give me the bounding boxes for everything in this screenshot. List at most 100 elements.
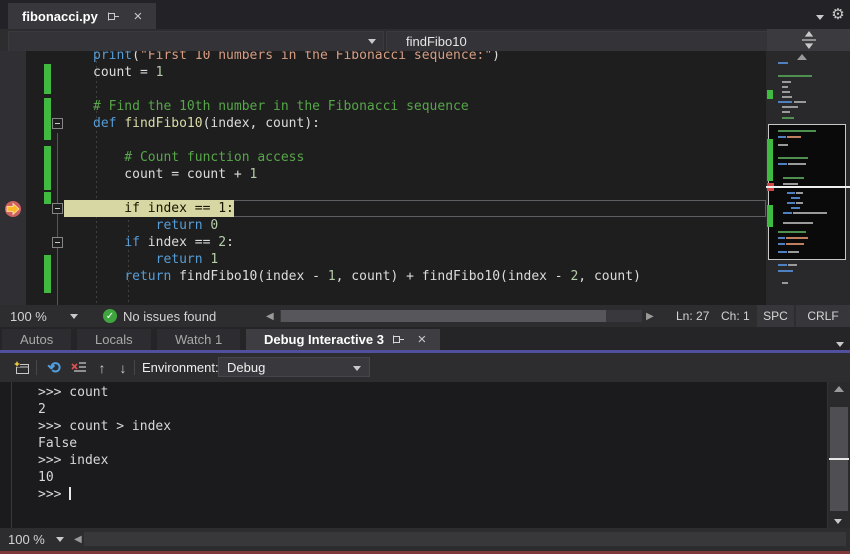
- console-line[interactable]: False: [38, 435, 171, 452]
- scroll-right-icon[interactable]: ▶: [646, 311, 654, 322]
- panel-tab-autos[interactable]: Autos: [2, 329, 71, 350]
- minimap-code-mark: [778, 243, 785, 245]
- fold-marker[interactable]: [52, 237, 63, 248]
- console-vertical-scrollbar[interactable]: [827, 382, 850, 528]
- console-line[interactable]: 10: [38, 469, 171, 486]
- code-line[interactable]: [93, 183, 641, 200]
- minimap-code-mark: [791, 197, 800, 199]
- minimap-code-mark: [778, 62, 788, 64]
- breakpoint-gutter[interactable]: [0, 51, 26, 305]
- console-line[interactable]: 2: [38, 401, 171, 418]
- panel-tab-debug-interactive-3[interactable]: Debug Interactive 3×: [246, 329, 440, 350]
- code-line[interactable]: return 1: [93, 251, 641, 268]
- dropdown-arrow-icon[interactable]: [56, 537, 64, 542]
- debug-interactive-console[interactable]: >>> count2>>> count > indexFalse>>> inde…: [0, 382, 850, 528]
- history-previous-icon[interactable]: ↑: [92, 358, 112, 377]
- clear-screen-icon[interactable]: [68, 358, 88, 377]
- line-ending-indicator[interactable]: CRLF: [796, 305, 850, 327]
- check-circle-icon: ✓: [103, 309, 117, 323]
- scope-dropdown[interactable]: [8, 31, 384, 52]
- code-line[interactable]: return findFibo10(index - 1, count) + fi…: [93, 268, 641, 285]
- code-line[interactable]: count = 1: [93, 64, 641, 81]
- minimap-code-mark: [778, 130, 816, 132]
- member-dropdown[interactable]: findFibo10: [386, 31, 786, 52]
- minimap-code-mark: [782, 111, 790, 113]
- panel-tab-label: Autos: [20, 332, 53, 347]
- scroll-left-icon[interactable]: ◀: [266, 311, 274, 322]
- minimap-code-mark: [782, 117, 794, 119]
- close-icon[interactable]: ×: [414, 332, 430, 348]
- fold-connector-line: [57, 133, 58, 305]
- minimap-change-bar: [767, 90, 773, 99]
- vs-window: fibonacci.py × ⚙ findFibo10: [0, 0, 850, 554]
- document-tab-title: fibonacci.py: [22, 9, 98, 24]
- scroll-down-icon[interactable]: [834, 519, 842, 524]
- pin-icon[interactable]: [391, 332, 407, 348]
- code-line[interactable]: [93, 285, 641, 302]
- scroll-left-icon[interactable]: ◀: [74, 534, 82, 545]
- minimap-code-mark: [788, 163, 806, 165]
- code-line[interactable]: print("First 10 numbers in the Fibonacci…: [93, 51, 641, 64]
- scroll-up-icon[interactable]: [834, 386, 844, 392]
- code-line[interactable]: if index == 1:: [93, 200, 641, 217]
- console-line[interactable]: >>> count > index: [38, 418, 171, 435]
- minimap-code-mark: [786, 237, 808, 239]
- window-chevron-down-icon[interactable]: [812, 9, 828, 25]
- code-line[interactable]: # Count function access: [93, 149, 641, 166]
- minimap-code-mark: [778, 101, 792, 103]
- reset-icon[interactable]: ⟲: [44, 358, 64, 377]
- code-line[interactable]: [93, 81, 641, 98]
- code-line[interactable]: [93, 132, 641, 149]
- change-tracking-bar: [44, 98, 51, 140]
- console-line[interactable]: >>> count: [38, 384, 171, 401]
- breakpoint-current-statement-icon[interactable]: [4, 200, 22, 218]
- code-line[interactable]: count = count + 1: [93, 166, 641, 183]
- code-line[interactable]: if index == 2:: [93, 234, 641, 251]
- code-lines: print("First 10 numbers in the Fibonacci…: [93, 51, 641, 302]
- minimap-code-mark: [778, 231, 806, 233]
- dropdown-arrow-icon[interactable]: [70, 314, 78, 319]
- change-tracking-bar: [44, 192, 51, 204]
- console-line[interactable]: >>> index: [38, 452, 171, 469]
- editor-status-bar: 100 % ✓ No issues found ◀ ▶ Ln: 27 Ch: 1…: [0, 305, 850, 327]
- document-tab-fibonacci[interactable]: fibonacci.py ×: [8, 3, 156, 29]
- console-line[interactable]: >>>: [38, 486, 171, 503]
- panel-chevron-down-icon[interactable]: [832, 336, 848, 352]
- scroll-up-icon[interactable]: [797, 54, 807, 60]
- console-zoom-select[interactable]: 100 %: [8, 532, 45, 547]
- history-next-icon[interactable]: ↓: [113, 358, 133, 377]
- code-editor[interactable]: print("First 10 numbers in the Fibonacci…: [0, 51, 850, 305]
- panel-tab-watch-1[interactable]: Watch 1: [157, 329, 240, 350]
- change-tracking-bar: [44, 255, 51, 293]
- fold-marker[interactable]: [52, 118, 63, 129]
- minimap-code-mark: [778, 144, 788, 146]
- split-editor-button[interactable]: [767, 29, 850, 51]
- new-interactive-window-icon[interactable]: [12, 358, 32, 377]
- editor-navigation-bar: findFibo10: [0, 29, 850, 51]
- environment-dropdown[interactable]: Debug: [218, 357, 370, 377]
- scrollbar-caret-mark: [829, 458, 849, 460]
- minimap-scrollbar[interactable]: [766, 51, 850, 305]
- panel-tab-locals[interactable]: Locals: [77, 329, 151, 350]
- close-icon[interactable]: ×: [130, 8, 146, 24]
- document-tab-bar: fibonacci.py × ⚙: [0, 0, 850, 29]
- gear-icon[interactable]: ⚙: [830, 6, 846, 22]
- issues-status[interactable]: No issues found: [123, 309, 216, 324]
- code-line[interactable]: return 0: [93, 217, 641, 234]
- horizontal-scrollbar[interactable]: [280, 310, 642, 322]
- horizontal-scrollbar[interactable]: [84, 532, 846, 546]
- code-line[interactable]: def findFibo10(index, count):: [93, 115, 641, 132]
- editor-zoom-select[interactable]: 100 %: [10, 309, 47, 324]
- console-status-bar: 100 % ◀: [0, 528, 850, 551]
- horizontal-scrollbar-thumb[interactable]: [281, 310, 606, 322]
- minimap-code-mark: [778, 264, 787, 266]
- pin-icon[interactable]: [106, 8, 122, 24]
- fold-marker[interactable]: [52, 203, 63, 214]
- minimap-code-mark: [778, 75, 812, 77]
- minimap-code-mark: [788, 264, 797, 266]
- spaces-indicator[interactable]: SPC: [757, 305, 794, 327]
- minimap-code-mark: [782, 86, 788, 88]
- code-line[interactable]: # Find the 10th number in the Fibonacci …: [93, 98, 641, 115]
- minimap-change-bar: [767, 139, 773, 181]
- split-editor-icon: [800, 31, 818, 49]
